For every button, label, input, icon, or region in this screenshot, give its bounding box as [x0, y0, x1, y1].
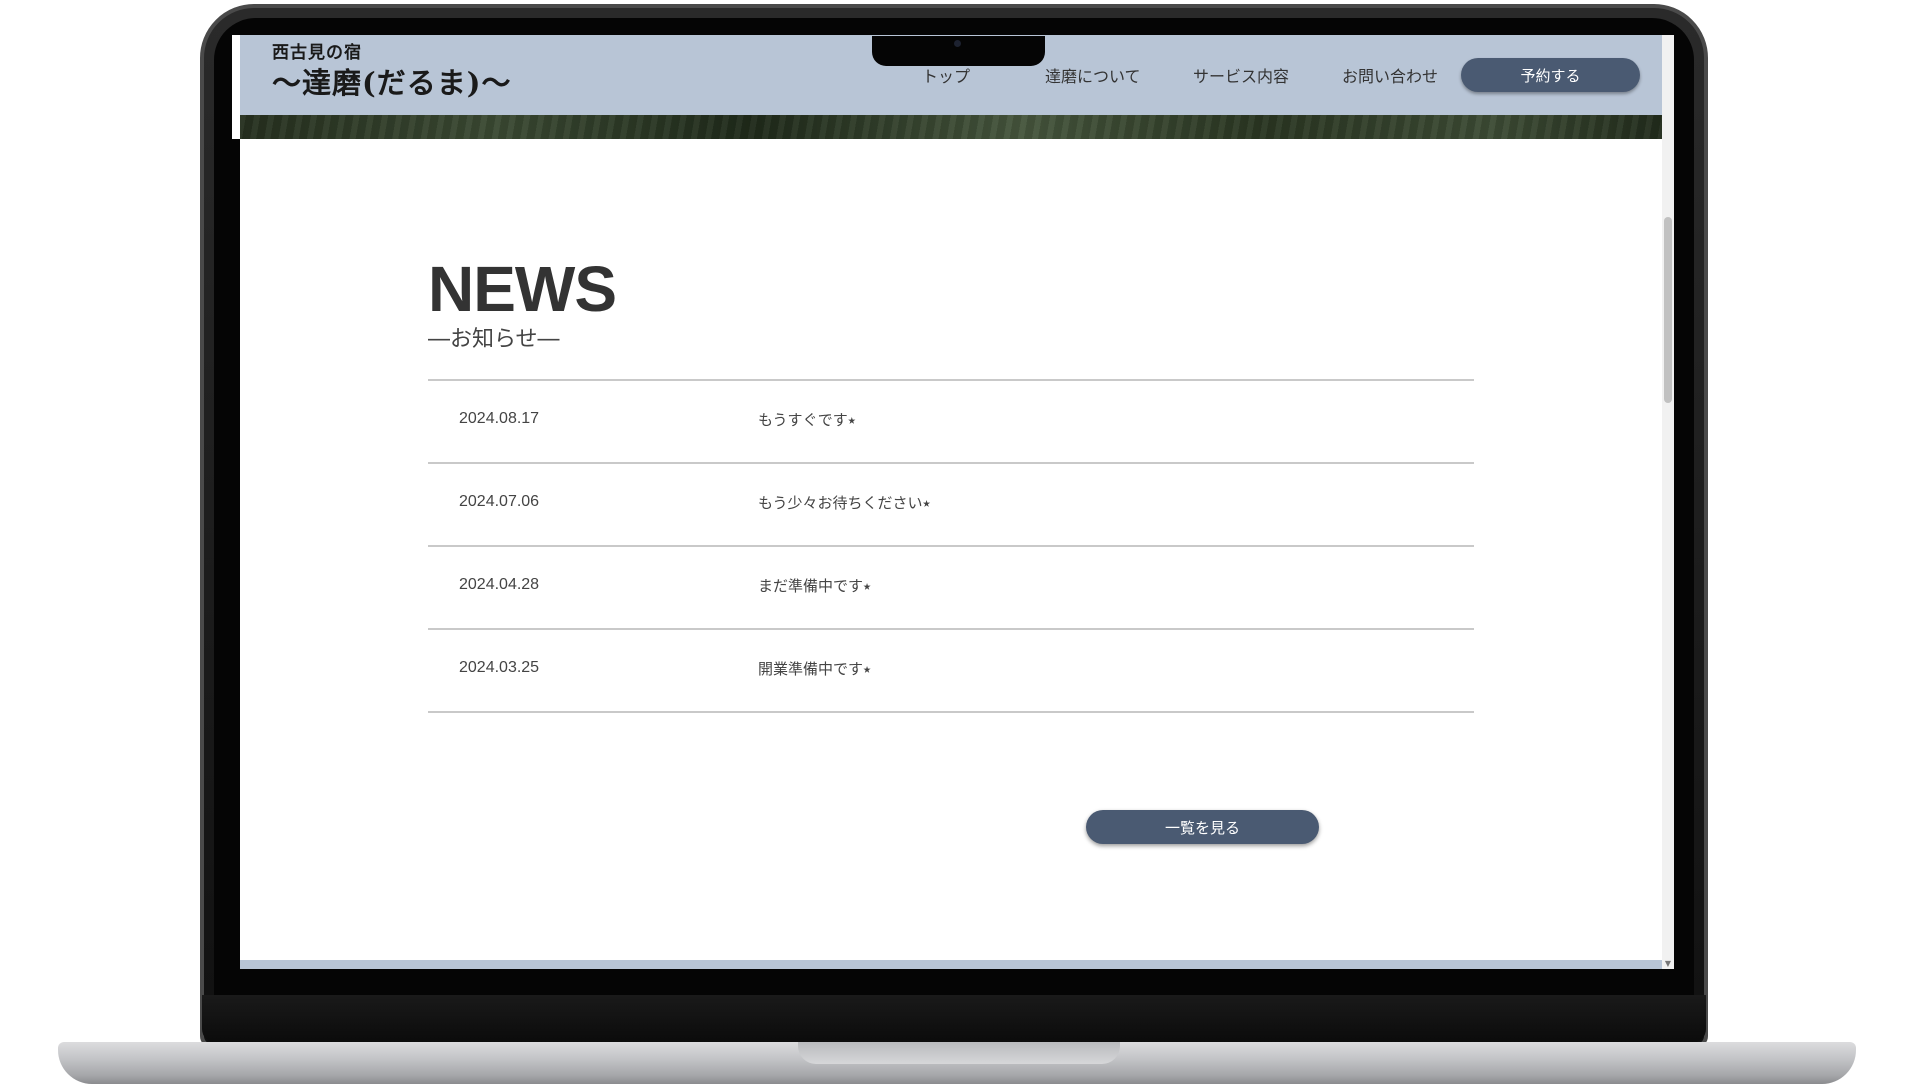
scroll-down-arrow-icon[interactable]: ▼ — [1664, 959, 1672, 969]
news-date: 2024.04.28 — [459, 576, 540, 593]
news-item[interactable]: 2024.08.17 もうすぐです⭑ — [428, 381, 1474, 464]
nav-link-contact[interactable]: お問い合わせ — [1342, 63, 1438, 87]
site-logo[interactable]: 西古見の宿 〜達磨(だるま)〜 — [272, 43, 511, 101]
news-item[interactable]: 2024.03.25 開業準備中です⭑ — [428, 630, 1474, 713]
news-title: もう少々お待ちください⭑ — [758, 494, 931, 512]
footer-band — [240, 960, 1662, 969]
news-date: 2024.07.06 — [459, 493, 540, 510]
news-list: 2024.08.17 もうすぐです⭑ 2024.07.06 もう少々お待ちくださ… — [428, 379, 1474, 713]
camera-notch — [872, 36, 1045, 66]
camera-icon — [954, 40, 961, 47]
news-date: 2024.08.17 — [459, 410, 540, 427]
hero-image-edge — [240, 115, 1662, 139]
news-item[interactable]: 2024.04.28 まだ準備中です⭑ — [428, 547, 1474, 630]
brand-title: 〜達磨(だるま)〜 — [272, 66, 512, 100]
screen-right-edge — [1674, 35, 1682, 969]
brand-subtitle: 西古見の宿 — [272, 43, 362, 63]
news-heading: NEWS — [428, 253, 617, 325]
news-title: 開業準備中です⭑ — [758, 660, 872, 678]
nav-link-services[interactable]: サービス内容 — [1193, 63, 1289, 87]
nav-link-about[interactable]: 達磨について — [1045, 63, 1141, 87]
news-date: 2024.03.25 — [459, 659, 540, 676]
news-section: NEWS ―お知らせ― 2024.08.17 もうすぐです⭑ 2024.07.0… — [428, 253, 1474, 713]
news-title: まだ準備中です⭑ — [758, 577, 872, 595]
reserve-button[interactable]: 予約する — [1461, 58, 1640, 92]
browser-viewport: 西古見の宿 〜達磨(だるま)〜 トップ 達磨について サービス内容 お問い合わせ… — [232, 35, 1682, 969]
laptop-opening-notch — [798, 1042, 1120, 1064]
screen-left-edge — [232, 139, 240, 969]
news-subheading: ―お知らせ― — [428, 327, 560, 352]
news-title: もうすぐです⭑ — [758, 411, 856, 429]
view-all-news-button[interactable]: 一覧を見る — [1086, 810, 1319, 844]
scrollbar-thumb[interactable] — [1664, 217, 1672, 403]
laptop-chin — [202, 995, 1706, 1043]
page-scrollbar[interactable]: ▼ — [1662, 35, 1674, 969]
nav-link-top[interactable]: トップ — [922, 63, 970, 87]
news-item[interactable]: 2024.07.06 もう少々お待ちください⭑ — [428, 464, 1474, 547]
